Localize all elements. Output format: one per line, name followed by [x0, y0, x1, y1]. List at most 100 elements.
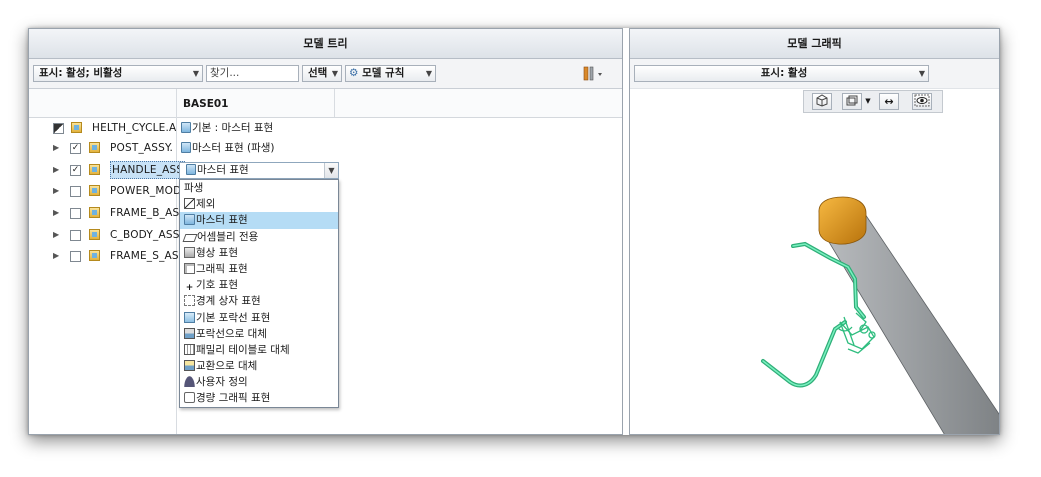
model-viewport[interactable]	[630, 117, 999, 434]
model-graphics-title: 모델 그래픽	[630, 29, 999, 59]
expand-arrow-icon[interactable]: ▶	[53, 203, 59, 223]
view-orientation-icon	[816, 94, 828, 107]
tree-checkbox[interactable]	[70, 251, 81, 262]
tree-row[interactable]: ▶ C_BODY_ASS	[29, 225, 179, 245]
column-divider	[334, 89, 335, 117]
tree-checkbox[interactable]: ✓	[70, 143, 81, 154]
option-label: 마스터 표현	[196, 214, 248, 227]
display-filter-label: 표시: 활성; 비활성	[39, 67, 123, 79]
tree-item-label: FRAME_S_AS	[110, 250, 179, 262]
option-label: 어셈블리 전용	[197, 230, 259, 243]
rep-option-interchange[interactable]: 교환으로 대체	[180, 358, 338, 374]
expand-arrow-icon[interactable]: ▶	[53, 160, 59, 180]
select-combo[interactable]: 선택 ▼	[302, 65, 342, 82]
expand-arrow-icon[interactable]: ▶	[53, 225, 59, 245]
rep-dropdown-select[interactable]: 마스터 표현 ▼	[179, 162, 339, 179]
option-label: 형상 표현	[196, 246, 238, 259]
default-envelope-icon	[184, 311, 195, 323]
expand-arrow-icon[interactable]: ▶	[53, 246, 59, 266]
handle-mechanism	[837, 312, 876, 354]
graphics-display-label: 표시: 활성	[760, 67, 808, 79]
option-label: 경계 상자 표현	[196, 295, 261, 308]
rep-option-geometry[interactable]: 형상 표현	[180, 245, 338, 261]
rep-option-exclude[interactable]: 제외	[180, 196, 338, 212]
tree-row[interactable]: ▶ ✓ HANDLE_ASS	[29, 160, 186, 180]
tree-checkbox[interactable]: ✓	[70, 165, 81, 176]
rep-cell-label: 기본 : 마스터 표현	[192, 122, 274, 134]
master-rep-icon	[181, 122, 191, 133]
search-input[interactable]: 찾기...	[206, 65, 299, 82]
dropdown-icon: ▼	[865, 97, 871, 105]
search-placeholder: 찾기...	[210, 67, 240, 79]
tree-checkbox[interactable]	[70, 208, 81, 219]
rep-option-symbolic[interactable]: + 기호 표현	[180, 277, 338, 293]
spin-center-icon: ↔	[884, 95, 894, 108]
model-rules-icon: ⚙	[349, 67, 359, 79]
rep-option-envelope-substitute[interactable]: 포락선으로 대체	[180, 326, 338, 342]
tree-row[interactable]: ▶ FRAME_S_AS	[29, 246, 179, 266]
tree-item-label: FRAME_B_AS	[110, 207, 180, 219]
display-style-dropdown[interactable]: ▼	[863, 93, 873, 110]
assembly-icon	[89, 142, 100, 153]
model-tree-pane: 모델 트리 표시: 활성; 비활성 ▼ 찾기... 선택 ▼ ⚙ 모델 규칙 ▼	[28, 28, 623, 435]
rep-option-derived[interactable]: 파생	[180, 180, 338, 196]
option-label: 기호 표현	[196, 279, 238, 292]
option-label: 교환으로 대체	[196, 360, 258, 373]
master-rep-icon	[184, 214, 195, 226]
model-rules-combo[interactable]: ⚙ 모델 규칙 ▼	[345, 65, 436, 82]
geometry-rep-icon	[184, 246, 195, 258]
assembly-icon	[89, 229, 100, 240]
rep-cell[interactable]: 마스터 표현 (파생)	[181, 138, 275, 158]
rep-option-lightweight[interactable]: 경량 그래픽 표현	[180, 390, 338, 406]
visibility-button[interactable]	[912, 93, 932, 110]
chevron-down-icon[interactable]: ▼	[324, 163, 338, 178]
frame-cap	[818, 196, 867, 245]
expand-arrow-icon[interactable]: ▶	[53, 181, 59, 201]
rep-cell[interactable]: 기본 : 마스터 표현	[181, 118, 273, 138]
tree-row[interactable]: ▶ ✓ POST_ASSY.	[29, 138, 176, 158]
tree-row-root[interactable]: HELTH_CYCLE.A	[29, 118, 176, 138]
rep-option-user-defined[interactable]: 사용자 정의	[180, 374, 338, 390]
tree-column-header	[29, 89, 622, 118]
rep-option-graphics[interactable]: 그래픽 표현	[180, 261, 338, 277]
tree-item-label: HANDLE_ASS	[110, 161, 186, 179]
assembly-icon	[89, 207, 100, 218]
spin-center-button[interactable]: ↔	[879, 93, 899, 110]
model-3d-view	[761, 196, 999, 434]
tree-toggle-icon[interactable]	[53, 123, 64, 134]
tools-icon	[583, 66, 602, 81]
view-orientation-button[interactable]	[812, 93, 832, 110]
model-rules-label: 모델 규칙	[362, 67, 405, 79]
rep-dropdown-value: 마스터 표현	[197, 164, 249, 176]
rep-option-family-table[interactable]: 패밀리 테이블로 대체	[180, 342, 338, 358]
option-label: 경량 그래픽 표현	[196, 392, 271, 405]
model-tree-title: 모델 트리	[29, 29, 622, 59]
tree-row[interactable]: ▶ POWER_MOD	[29, 181, 181, 201]
rep-option-default-envelope[interactable]: 기본 포락선 표현	[180, 310, 338, 326]
handle-lower	[761, 320, 847, 388]
column-header-base01[interactable]: BASE01	[183, 98, 228, 110]
user-defined-icon	[184, 376, 195, 388]
expand-arrow-icon[interactable]: ▶	[53, 138, 59, 158]
chevron-down-icon: ▼	[425, 69, 432, 78]
display-style-icon	[846, 95, 858, 106]
view-toolbar: ▼ ↔	[803, 90, 943, 113]
chevron-down-icon: ▼	[331, 69, 338, 78]
option-label: 제외	[196, 198, 216, 211]
rep-option-assembly-only[interactable]: 어셈블리 전용	[180, 229, 338, 245]
tree-row[interactable]: ▶ FRAME_B_AS	[29, 203, 180, 223]
assembly-icon	[89, 250, 100, 261]
tree-checkbox[interactable]	[70, 230, 81, 241]
option-label: 사용자 정의	[196, 376, 248, 389]
master-rep-icon	[186, 164, 196, 175]
graphics-display-combo[interactable]: 표시: 활성 ▼	[634, 65, 929, 82]
bounding-box-icon	[184, 295, 195, 307]
rep-option-bounding-box[interactable]: 경계 상자 표현	[180, 293, 338, 309]
tree-settings-button[interactable]	[582, 66, 604, 82]
family-table-icon	[184, 343, 195, 355]
tree-checkbox[interactable]	[70, 186, 81, 197]
rep-option-master[interactable]: 마스터 표현	[180, 212, 338, 229]
display-style-button[interactable]	[842, 93, 862, 110]
display-filter-combo[interactable]: 표시: 활성; 비활성 ▼	[33, 65, 203, 82]
tree-item-label: POST_ASSY.	[110, 142, 174, 154]
